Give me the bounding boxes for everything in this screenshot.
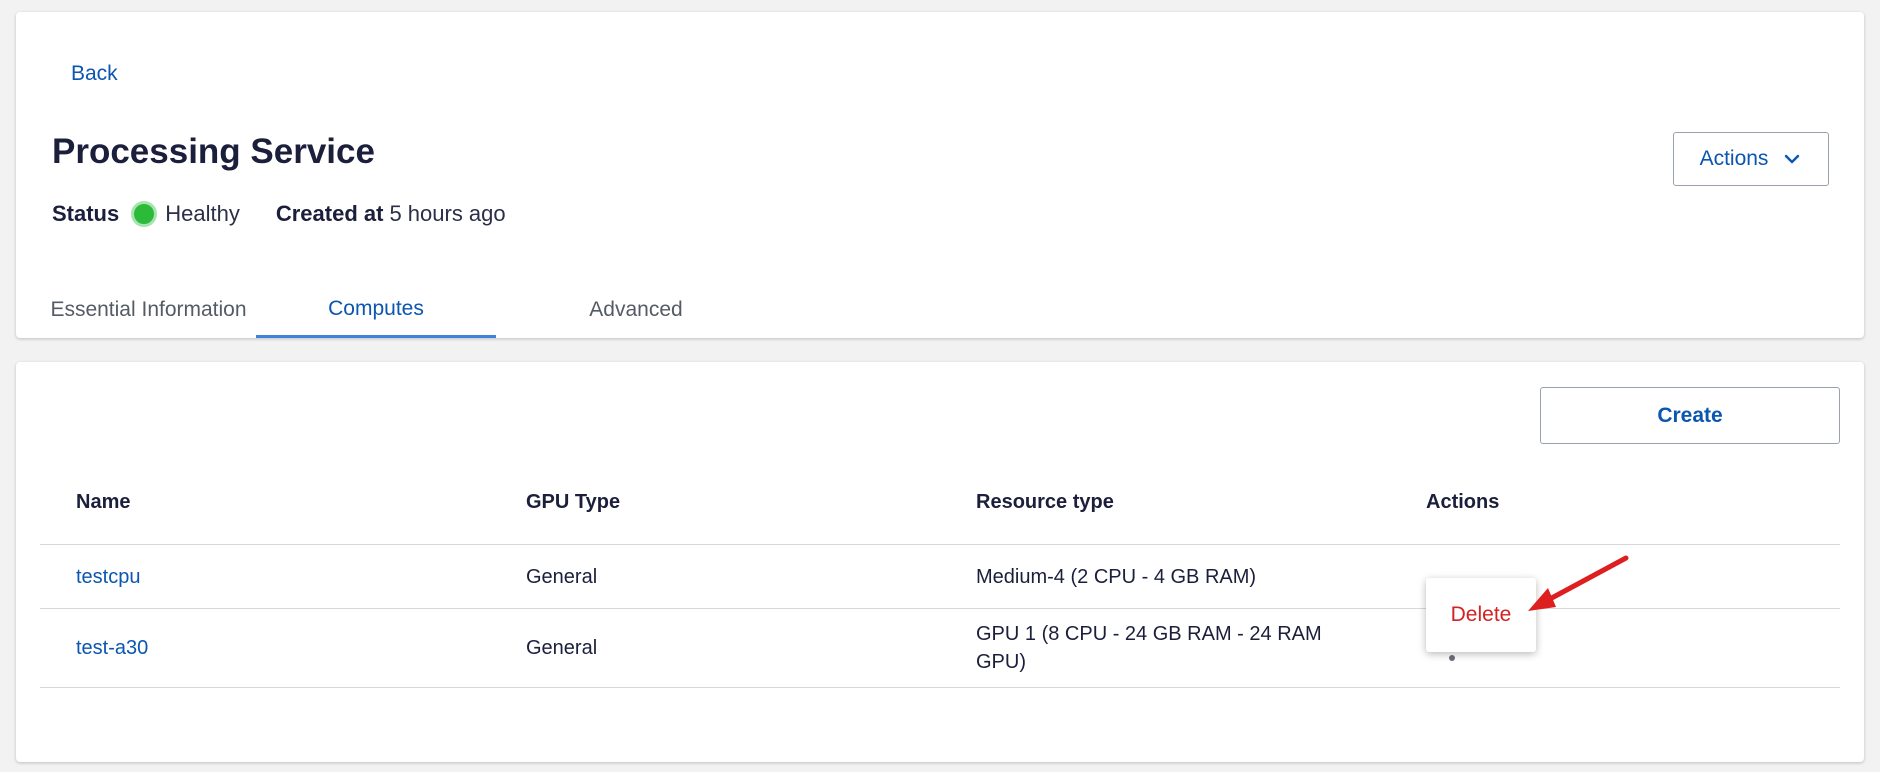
actions-dropdown-button[interactable]: Actions [1673,132,1829,186]
tab-bar: Essential Information Computes Advanced [16,282,1864,338]
table-row: test-a30 General GPU 1 (8 CPU - 24 GB RA… [40,608,1840,688]
tab-essential-information[interactable]: Essential Information [16,282,271,338]
column-header-gpu-type: GPU Type [526,490,621,513]
status-dot-icon [131,201,158,227]
tab-advanced[interactable]: Advanced [536,282,736,338]
chevron-down-icon [1785,154,1800,164]
service-header-card: Back Processing Service Status Healthy C… [16,12,1864,338]
back-link[interactable]: Back [71,62,118,86]
tab-computes[interactable]: Computes [256,282,496,338]
created-at-label: Created at [275,201,384,226]
compute-name-link[interactable]: testcpu [76,545,140,608]
gpu-type-cell: General [526,565,598,588]
create-button[interactable]: Create [1540,387,1840,444]
status-value: Healthy [165,201,240,226]
column-header-name: Name [76,490,131,513]
delete-menu-item[interactable]: Delete [1451,603,1512,627]
created-at-value: 5 hours ago [389,201,506,226]
status-label: Status [52,201,120,226]
actions-button-label: Actions [1699,147,1769,170]
resource-type-cell: Medium-4 (2 CPU - 4 GB RAM) [976,565,1257,588]
compute-name-link[interactable]: test-a30 [76,609,148,687]
service-meta: Status Healthy Created at 5 hours ago [52,194,506,234]
column-header-actions: Actions [1426,490,1500,513]
red-arrow-icon [1528,555,1629,611]
column-header-resource-type: Resource type [976,490,1114,513]
resource-type-cell: GPU 1 (8 CPU - 24 GB RAM - 24 RAM GPU) [976,623,1322,673]
page-title: Processing Service [52,132,375,171]
gpu-type-cell: General [526,637,598,659]
